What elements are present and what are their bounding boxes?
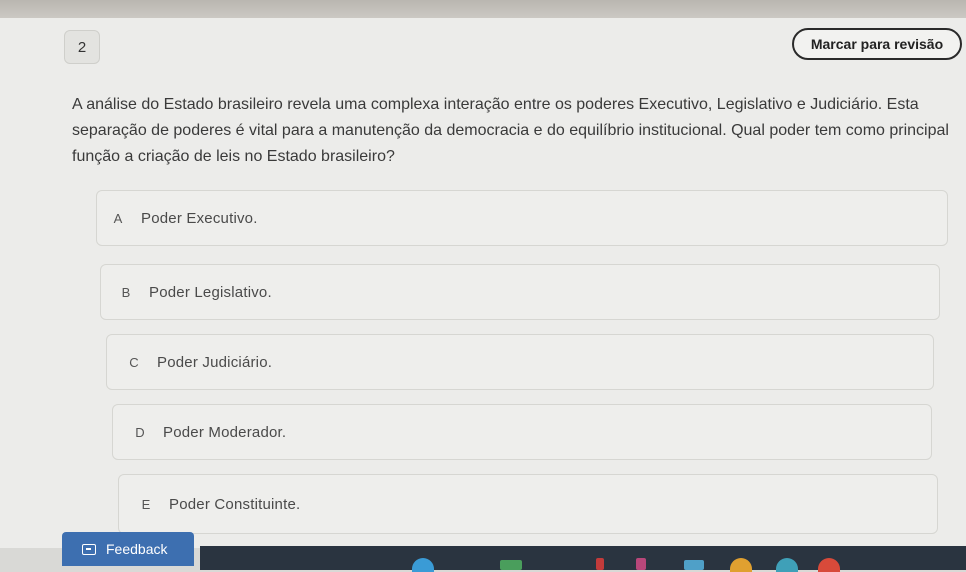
option-text: Poder Moderador. (163, 423, 287, 441)
mark-for-review-button[interactable]: Marcar para revisão (792, 28, 962, 60)
option-letter: C (129, 354, 139, 370)
taskbar-app-icon[interactable] (684, 560, 704, 570)
question-number: 2 (64, 30, 100, 64)
option-text: Poder Constituinte. (169, 495, 301, 513)
feedback-icon (82, 543, 96, 555)
taskbar-app-icon[interactable] (636, 558, 646, 570)
option-letter: E (141, 496, 151, 512)
option-letter: B (121, 284, 131, 300)
feedback-button[interactable]: Feedback (62, 532, 194, 566)
option-b[interactable]: B Poder Legislativo. (100, 264, 940, 320)
question-text: A análise do Estado brasileiro revela um… (72, 96, 949, 165)
option-text: Poder Legislativo. (149, 283, 272, 301)
option-text: Poder Executivo. (141, 209, 258, 227)
taskbar-app-icon[interactable] (500, 560, 522, 570)
option-d[interactable]: D Poder Moderador. (112, 404, 932, 460)
option-e[interactable]: E Poder Constituinte. (118, 474, 938, 534)
taskbar-app-icon[interactable] (596, 558, 604, 570)
option-letter: A (113, 210, 123, 226)
option-text: Poder Judiciário. (157, 353, 273, 371)
feedback-label: Feedback (106, 541, 168, 557)
option-a[interactable]: A Poder Executivo. (96, 190, 948, 246)
option-letter: D (135, 424, 145, 440)
taskbar (200, 546, 966, 570)
option-c[interactable]: C Poder Judiciário. (106, 334, 934, 390)
